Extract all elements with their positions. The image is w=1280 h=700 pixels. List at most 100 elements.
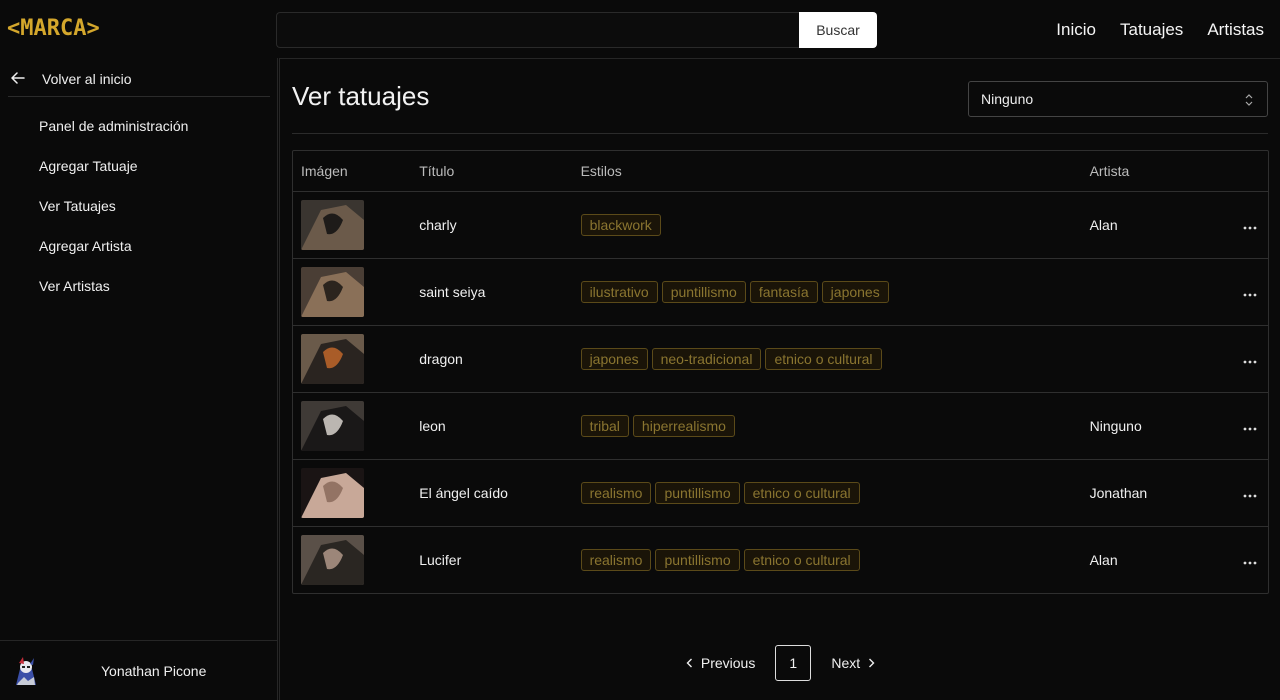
main-content: Ver tatuajes Ninguno Imágen Título Estil…	[279, 58, 1280, 700]
more-horizontal-icon	[1243, 485, 1257, 501]
table-row: leon tribal hiperrealismo Ninguno	[293, 392, 1268, 460]
image-cell	[293, 392, 412, 460]
image-cell	[293, 526, 411, 593]
row-actions-button[interactable]	[1231, 392, 1268, 460]
row-actions-button[interactable]	[1231, 325, 1268, 393]
artist-cell: Jonathan	[1081, 459, 1232, 527]
artist-cell	[1081, 258, 1232, 326]
table-row: charly blackwork Alan	[293, 191, 1268, 259]
more-horizontal-icon	[1243, 552, 1257, 568]
title-cell: El ángel caído	[411, 459, 573, 527]
search-input[interactable]	[276, 12, 799, 48]
styles-cell: tribal hiperrealismo	[572, 392, 1082, 460]
top-nav: Inicio Tatuajes Artistas	[1056, 20, 1264, 40]
tattoo-thumbnail[interactable]	[301, 333, 364, 384]
artist-cell: Ninguno	[1081, 392, 1232, 460]
tattoo-thumbnail[interactable]	[301, 199, 364, 250]
sidebar-item-add-artist[interactable]: Agregar Artista	[0, 226, 278, 266]
table-row: El ángel caído realismo puntillismo etnico…	[293, 459, 1268, 527]
more-horizontal-icon	[1243, 351, 1257, 367]
more-horizontal-icon	[1243, 284, 1257, 300]
column-header-artist: Artista	[1081, 151, 1232, 192]
style-tag: etnico o cultural	[765, 347, 882, 370]
style-tag: neo-tradicional	[651, 347, 762, 370]
style-tags: tribal hiperrealismo	[580, 414, 1082, 437]
style-tag: ilustrativo	[580, 280, 658, 303]
style-tag: puntillismo	[655, 548, 740, 571]
style-tag: blackwork	[580, 213, 661, 236]
column-header-actions	[1231, 151, 1268, 192]
back-to-home-link[interactable]: Volver al inicio	[8, 62, 270, 97]
chevron-up-down-icon	[1245, 93, 1253, 109]
page-title: Ver tatuajes	[292, 81, 430, 111]
style-tags: realismo puntillismo etnico o cultural	[580, 481, 1082, 504]
title-cell: Lucifer	[419, 551, 462, 568]
image-cell	[293, 258, 412, 326]
divider	[292, 133, 1268, 134]
column-header-image: Imágen	[293, 151, 412, 192]
user-name: Yonathan Picone	[101, 662, 207, 679]
more-horizontal-icon	[1243, 418, 1257, 434]
next-label: Next	[831, 655, 861, 671]
styles-cell: realismo puntillismo etnico o cultural	[572, 459, 1082, 527]
styles-cell: blackwork	[572, 191, 1082, 259]
nav-inicio[interactable]: Inicio	[1056, 20, 1096, 40]
sidebar: Volver al inicio Panel de administración…	[0, 58, 278, 700]
sidebar-item-add-tattoo[interactable]: Agregar Tatuaje	[0, 146, 278, 186]
chevron-right-icon	[868, 655, 875, 671]
row-actions-button[interactable]	[1231, 459, 1268, 527]
previous-page-button[interactable]: Previous	[686, 655, 755, 671]
chevron-left-icon	[686, 655, 693, 671]
tattoo-thumbnail[interactable]	[301, 467, 364, 518]
nav-tatuajes[interactable]: Tatuajes	[1120, 20, 1183, 40]
table-row: saint seiya ilustrativo puntillismo fantas…	[293, 258, 1268, 326]
title-cell: dragon	[411, 325, 573, 393]
more-horizontal-icon	[1243, 217, 1257, 233]
styles-cell: japones neo-tradicional etnico o cultural	[572, 325, 1082, 393]
style-tag: etnico o cultural	[743, 548, 860, 571]
sidebar-menu: Panel de administración Agregar Tatuaje …	[0, 106, 278, 306]
style-tag: tribal	[580, 414, 629, 437]
style-tag: japones	[580, 347, 648, 370]
next-page-button[interactable]: Next	[831, 655, 875, 671]
arrow-left-icon	[11, 71, 27, 87]
title-cell: leon	[411, 392, 573, 460]
table-row: Lucifer realismo puntillismo etnico o cult…	[293, 526, 1268, 593]
sidebar-item-view-tattoos[interactable]: Ver Tatuajes	[0, 186, 278, 226]
style-tag: fantasía	[749, 280, 818, 303]
row-actions-button[interactable]	[1231, 191, 1268, 259]
search-button[interactable]: Buscar	[799, 12, 877, 48]
avatar	[10, 654, 42, 687]
style-tags: realismo puntillismo etnico o cultural	[580, 548, 1082, 571]
row-actions-button[interactable]	[1232, 526, 1268, 593]
tattoo-thumbnail[interactable]	[301, 534, 364, 585]
styles-cell: realismo puntillismo etnico o cultural	[573, 526, 1082, 593]
brand-logo[interactable]: <MARCA>	[7, 16, 100, 41]
artist-cell: Alan	[1089, 551, 1118, 568]
table-row: dragon japones neo-tradicional etnico o cu…	[293, 325, 1268, 393]
back-label: Volver al inicio	[42, 71, 132, 87]
artist-cell: Alan	[1081, 191, 1232, 259]
artist-cell	[1081, 325, 1232, 393]
tattoo-thumbnail[interactable]	[301, 266, 364, 317]
tattoo-thumbnail[interactable]	[301, 400, 364, 451]
style-tag: puntillismo	[655, 481, 740, 504]
pagination: Previous 1 Next	[280, 645, 1280, 681]
artist-filter-select[interactable]: Ninguno	[968, 81, 1268, 117]
user-profile[interactable]: Yonathan Picone	[0, 640, 278, 700]
style-tag: hiperrealismo	[632, 414, 735, 437]
nav-artistas[interactable]: Artistas	[1207, 20, 1264, 40]
page-number-button[interactable]: 1	[775, 645, 812, 681]
row-actions-button[interactable]	[1231, 258, 1268, 326]
style-tags: blackwork	[580, 213, 1082, 236]
styles-cell: ilustrativo puntillismo fantasía japones	[572, 258, 1082, 326]
table-header-row: Imágen Título Estilos Artista	[293, 151, 1268, 192]
filter-selected-value: Ninguno	[981, 91, 1034, 107]
style-tag: japones	[821, 280, 889, 303]
sidebar-item-view-artists[interactable]: Ver Artistas	[0, 266, 278, 306]
style-tag: etnico o cultural	[743, 481, 860, 504]
title-cell: charly	[411, 191, 573, 259]
style-tags: japones neo-tradicional etnico o cultural	[580, 347, 1082, 370]
image-cell	[293, 325, 412, 393]
sidebar-item-admin-panel[interactable]: Panel de administración	[0, 106, 278, 146]
